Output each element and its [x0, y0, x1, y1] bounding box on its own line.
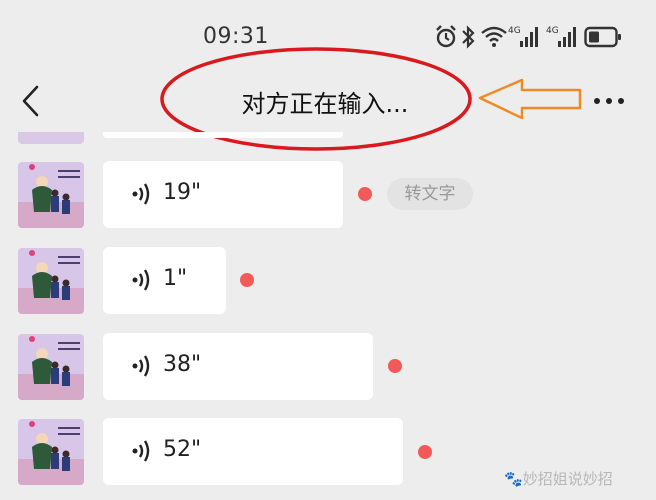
network-label: 4G [508, 26, 521, 36]
avatar [18, 132, 84, 144]
avatar-image [18, 248, 84, 314]
voice-message-row: 19" [0, 161, 656, 228]
more-dots-icon [594, 98, 624, 104]
network-label: 4G [546, 26, 559, 36]
avatar[interactable] [18, 419, 84, 485]
message-bubble [103, 132, 343, 138]
voice-message-bubble[interactable]: 1" [103, 247, 226, 314]
unread-dot [358, 187, 372, 201]
battery-icon [584, 26, 621, 48]
avatar[interactable] [18, 162, 84, 228]
transcribe-button[interactable]: 转文字 [387, 178, 473, 210]
voice-wave-icon [132, 269, 150, 291]
unread-dot [418, 445, 432, 459]
wifi-icon [481, 26, 507, 47]
paw-icon: 🐾 [504, 470, 523, 488]
voice-duration: 38" [163, 352, 202, 377]
voice-duration: 52" [163, 437, 202, 462]
avatar[interactable] [18, 334, 84, 400]
avatar-image [18, 162, 84, 228]
voice-wave-icon [132, 355, 150, 377]
avatar[interactable] [18, 248, 84, 314]
signal-4g-icon: 4G [546, 26, 576, 47]
more-button[interactable] [590, 88, 630, 114]
voice-duration: 19" [163, 180, 202, 205]
voice-message-row: 1" [0, 247, 656, 314]
chevron-left-icon [22, 85, 39, 117]
avatar-image [18, 419, 84, 485]
previous-message-partial [0, 132, 656, 144]
unread-dot [388, 359, 402, 373]
watermark: 🐾妙招姐说妙招 [504, 468, 613, 489]
annotation-arrow [478, 78, 582, 120]
back-button[interactable] [18, 84, 48, 118]
voice-wave-icon [132, 440, 150, 462]
voice-duration: 1" [163, 266, 188, 291]
watermark-text: 妙招姐说妙招 [522, 470, 613, 488]
voice-message-bubble[interactable]: 52" [103, 418, 403, 485]
unread-dot [240, 273, 254, 287]
avatar-image [18, 334, 84, 400]
signal-4g-icon: 4G [508, 26, 538, 47]
voice-message-bubble[interactable]: 38" [103, 333, 373, 400]
voice-message-bubble[interactable]: 19" [103, 161, 343, 228]
voice-wave-icon [132, 183, 150, 205]
voice-message-row: 38" [0, 333, 656, 400]
